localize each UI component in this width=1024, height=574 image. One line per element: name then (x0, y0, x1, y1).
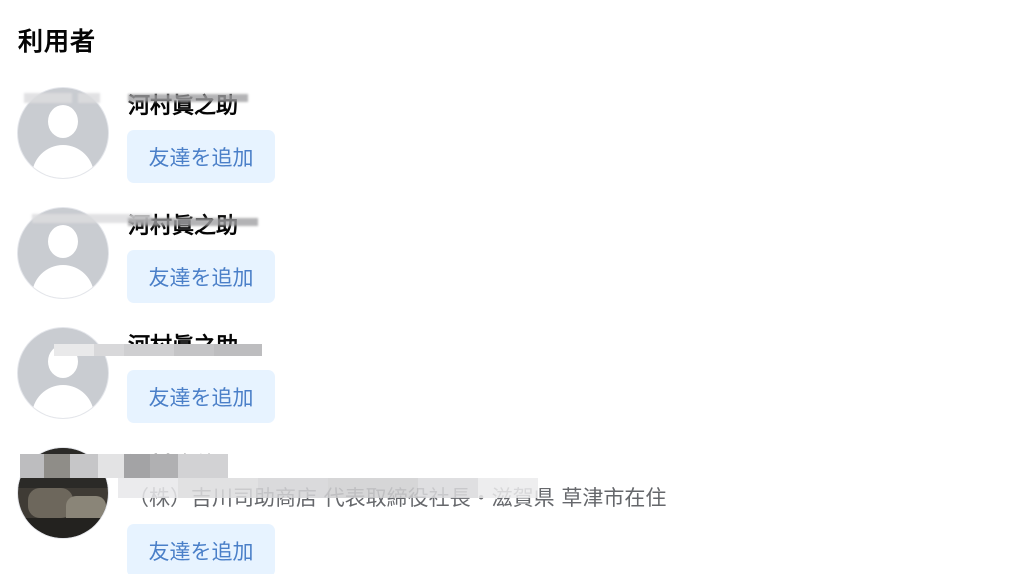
add-friend-button[interactable]: 友達を追加 (127, 524, 275, 574)
user-result-2[interactable]: 河村眞之助 友達を追加 (18, 208, 998, 308)
user-name[interactable]: 河村眞之助 (128, 88, 238, 120)
redaction (78, 93, 100, 103)
default-avatar-icon[interactable] (18, 328, 108, 418)
redaction (128, 218, 258, 226)
section-title: 利用者 (18, 27, 97, 56)
search-results-people: 利用者 河村眞之助 友達を追加 河村眞之助 友達を追加 河村眞之助 友達を追加 (0, 0, 1024, 574)
redaction (24, 93, 72, 103)
add-friend-button[interactable]: 友達を追加 (127, 250, 275, 303)
add-friend-button[interactable]: 友達を追加 (127, 130, 275, 183)
redaction (128, 94, 248, 102)
user-result-3[interactable]: 河村眞之助 友達を追加 (18, 328, 998, 428)
user-result-1[interactable]: 河村眞之助 友達を追加 (18, 88, 998, 188)
user-result-4[interactable]: 河村隆善 （株）吉川司助商店 代表取締役社長・滋賀県 草津市在住 友達を追加 (18, 448, 998, 574)
redaction (54, 344, 262, 356)
add-friend-button[interactable]: 友達を追加 (127, 370, 275, 423)
redaction (118, 478, 538, 498)
redaction (20, 454, 228, 478)
